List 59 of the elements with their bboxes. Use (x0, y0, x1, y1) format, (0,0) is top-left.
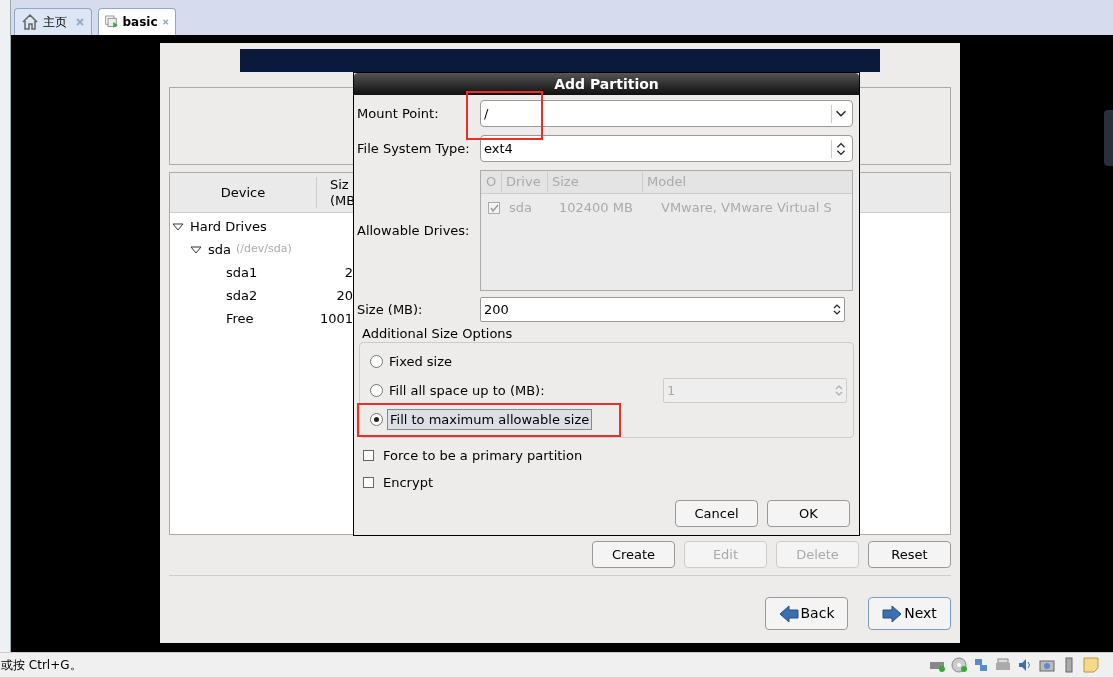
tab[interactable]: basic (98, 8, 176, 35)
disc-icon (951, 657, 967, 673)
scroll-widget (1104, 110, 1113, 166)
checkbox[interactable] (363, 450, 374, 461)
tree-item[interactable]: Free (226, 308, 254, 329)
arrow-icon (778, 604, 799, 623)
camera-icon (1039, 657, 1055, 673)
status-text: 或按 Ctrl+G。 (0, 657, 82, 674)
tree-item[interactable]: sda1 (226, 262, 258, 283)
tree-item[interactable]: sda (208, 239, 231, 260)
spinner-icon (833, 384, 845, 397)
combo-field[interactable]: / (480, 100, 853, 127)
table-cell-text: 1001 (320, 309, 353, 328)
table-cell-text: sda (508, 198, 533, 217)
checkbox-label[interactable]: Force to be a primary partition (383, 445, 583, 466)
option-label[interactable]: Fill all space up to (MB): (387, 380, 547, 401)
tree-item[interactable]: sda2 (226, 285, 258, 306)
table-cell-text: 20 (335, 286, 353, 305)
arrow-icon (882, 604, 903, 623)
column-header[interactable]: Device (170, 177, 317, 208)
field-label: Size (MB): (357, 300, 424, 319)
spinner-icon (831, 303, 843, 316)
option-label[interactable]: Fill to maximum allowable size (387, 408, 593, 431)
next-button[interactable]: Next (868, 597, 951, 630)
field-label: Allowable Drives: (357, 221, 471, 240)
checkbox[interactable] (488, 201, 500, 214)
tree-item[interactable]: Hard Drives (190, 216, 267, 237)
field-label: File System Type: (357, 139, 471, 158)
checkbox-label[interactable]: Encrypt (383, 472, 433, 493)
field-label: Mount Point: (357, 104, 440, 123)
home-icon (21, 13, 39, 31)
chevron-down-icon (831, 104, 849, 123)
table-cell-text: 102400 MB (558, 198, 634, 217)
check-icon (489, 202, 499, 213)
spin-field[interactable]: 200 (480, 297, 845, 322)
dialog-title: Add Partition (354, 73, 859, 95)
network-icon (973, 657, 989, 673)
table-cell-text: VMware, VMware Virtual S (661, 198, 832, 217)
table-cell-text: 2 (343, 263, 353, 282)
option-label[interactable]: Fixed size (387, 351, 455, 372)
checkbox[interactable] (363, 477, 374, 488)
close-icon (161, 17, 169, 27)
dialog-button[interactable]: OK (767, 500, 850, 527)
vm-icon (105, 13, 119, 31)
device-path: (/dev/sda) (236, 241, 292, 258)
close-icon (75, 17, 85, 27)
note-icon (1083, 657, 1099, 673)
back-button[interactable]: Back (765, 597, 848, 630)
radio-button[interactable] (370, 355, 383, 368)
printer-icon (995, 657, 1011, 673)
speaker-icon (1017, 657, 1033, 673)
radio-button[interactable] (370, 384, 383, 397)
radio-button[interactable] (370, 413, 383, 426)
tab[interactable]: 主页 (14, 8, 92, 35)
action-button[interactable]: Reset (868, 541, 951, 568)
action-button[interactable]: Create (592, 541, 675, 568)
group-title: Additional Size Options (362, 326, 514, 342)
dialog-button[interactable]: Cancel (675, 500, 758, 527)
dropdown[interactable]: ext4 (480, 135, 853, 162)
